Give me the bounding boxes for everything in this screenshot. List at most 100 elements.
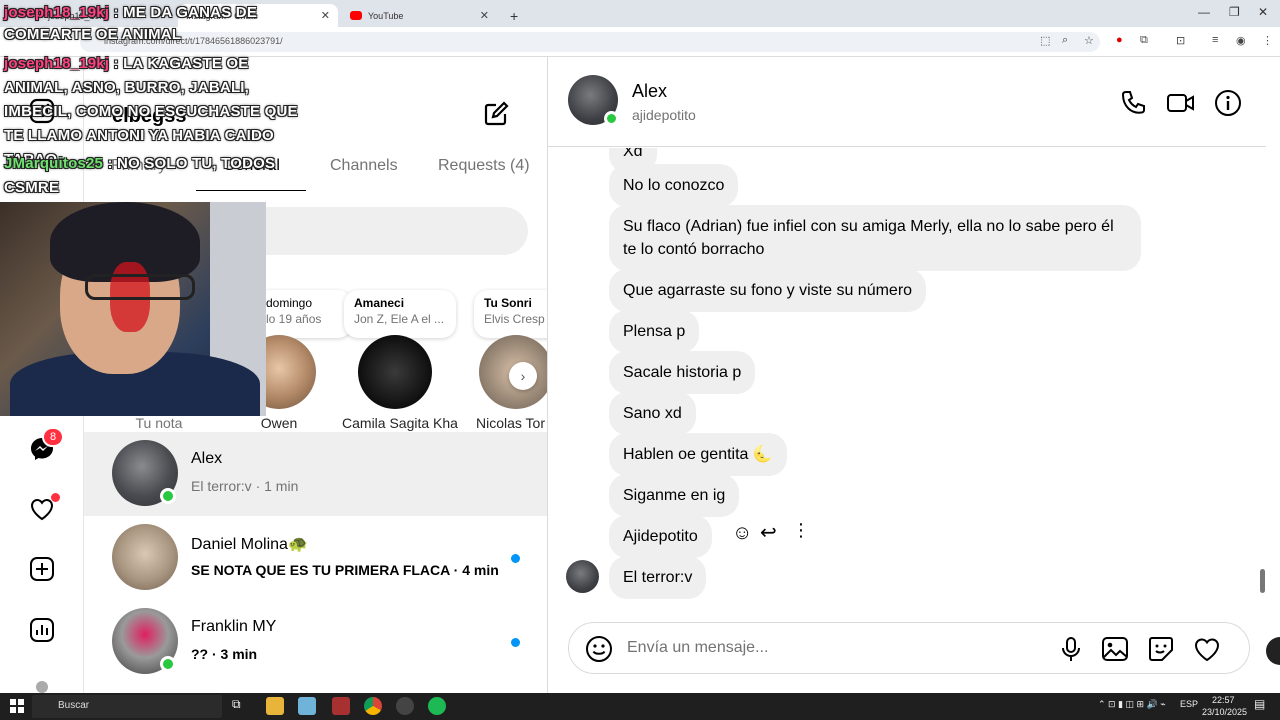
message-bubble[interactable]: Su flaco (Adrian) fue infiel con su amig…: [609, 205, 1141, 271]
online-indicator: [160, 488, 176, 504]
message-list: Xd No lo conozco Su flaco (Adrian) fue i…: [548, 148, 1266, 608]
note-title: domingo: [266, 296, 313, 310]
note-bubble[interactable]: Tu Sonri Elvis Cresp: [474, 290, 547, 338]
tab-search-icon[interactable]: ≡: [1212, 34, 1218, 46]
taskbar-search-label: Buscar: [58, 700, 90, 711]
emoji-picker-icon[interactable]: [585, 635, 613, 663]
create-icon[interactable]: [26, 553, 58, 585]
microphone-icon[interactable]: [1057, 635, 1085, 663]
note-title: Amaneci: [354, 296, 405, 310]
notifications-icon[interactable]: ▤: [1254, 697, 1265, 711]
stories-next-button[interactable]: ›: [509, 362, 537, 390]
sticker-icon[interactable]: [1147, 635, 1175, 663]
clock-time[interactable]: 22:57: [1212, 695, 1235, 705]
minimize-icon[interactable]: —: [1198, 5, 1210, 19]
message-bubble[interactable]: No lo conozco: [609, 164, 739, 207]
note-bubble[interactable]: domingo lo 19 años: [256, 290, 352, 338]
new-tab-button[interactable]: +: [502, 4, 522, 27]
message-bubble[interactable]: Que agarraste su fono y viste su número: [609, 269, 927, 312]
like-heart-icon[interactable]: [1193, 635, 1221, 663]
messenger-badge: 8: [42, 427, 64, 447]
conversation-name: Daniel Molina🐢: [191, 536, 308, 553]
more-options-icon[interactable]: ⋮: [792, 520, 810, 541]
image-upload-icon[interactable]: [1101, 635, 1129, 663]
video-call-icon[interactable]: [1166, 89, 1194, 117]
tab-requests[interactable]: Requests (4): [438, 157, 530, 175]
task-view-icon[interactable]: ⧉: [232, 697, 250, 715]
chat-username: joseph18_19kj: [4, 55, 110, 72]
message-bubble[interactable]: Ajidepotito: [609, 515, 712, 558]
chat-header: Alex ajidepotito: [548, 57, 1266, 147]
stream-chat-message: JMarquitos25 : NO SOLO TU, TODOS CSMRE: [4, 152, 284, 200]
install-icon[interactable]: ⬚: [1040, 34, 1050, 47]
windows-start-icon[interactable]: [10, 699, 24, 713]
message-bubble[interactable]: Sacale historia p: [609, 351, 756, 394]
story-name: Owen: [260, 415, 298, 431]
chrome-icon[interactable]: [364, 697, 382, 715]
info-icon[interactable]: [1214, 89, 1242, 117]
spotify-icon[interactable]: [428, 697, 446, 715]
notepad-icon[interactable]: [298, 697, 316, 715]
extensions-icon[interactable]: ⧉: [1140, 34, 1148, 47]
story-name: Camila Sagita Kha: [342, 415, 458, 431]
windows-taskbar: Buscar ⧉ ⌃ ⊡ ▮ ◫ ⊞ 🔊 ⌁ ESP 22:57 23/10/2…: [0, 693, 1280, 720]
message-bubble[interactable]: El terror:v: [609, 556, 707, 599]
react-emoji-icon[interactable]: ☺: [732, 522, 752, 545]
taskbar-search[interactable]: Buscar: [32, 695, 222, 718]
devtools-icon[interactable]: ⊡: [1176, 34, 1185, 47]
close-tab-icon[interactable]: ✕: [480, 9, 489, 22]
chat-contact-username: ajidepotito: [632, 107, 696, 123]
close-window-icon[interactable]: ✕: [1258, 5, 1268, 19]
tray-icons[interactable]: ⌃ ⊡ ▮ ◫ ⊞ 🔊 ⌁: [1098, 699, 1166, 710]
note-title: Tu Sonri: [484, 296, 532, 310]
clock-date[interactable]: 23/10/2025: [1202, 707, 1247, 717]
conversation-name: Franklin MY: [191, 618, 277, 635]
tab-channels[interactable]: Channels: [330, 157, 398, 175]
chat-panel: Alex ajidepotito Xd No lo conozco Su fla…: [548, 57, 1280, 693]
reply-icon[interactable]: ↩: [760, 520, 777, 545]
new-message-icon[interactable]: [481, 99, 511, 134]
avatar: [112, 524, 178, 590]
profile-avatar-icon[interactable]: ◉: [1236, 34, 1246, 47]
message-bubble[interactable]: Plensa p: [609, 310, 700, 353]
message-bubble[interactable]: Hablen oe gentita 🌜: [609, 433, 787, 476]
message-composer: [568, 622, 1250, 674]
menu-dots-icon[interactable]: ⋮: [1262, 34, 1273, 47]
note-sub: Elvis Cresp: [484, 312, 545, 326]
app-icon[interactable]: [332, 697, 350, 715]
note-sub: lo 19 años: [266, 312, 322, 326]
phone-call-icon[interactable]: [1120, 89, 1148, 117]
chat-contact-name[interactable]: Alex: [632, 81, 667, 102]
obs-icon[interactable]: [396, 697, 414, 715]
close-tab-icon[interactable]: ✕: [321, 9, 330, 22]
zoom-icon[interactable]: ⌕: [1062, 34, 1068, 47]
unread-dot: [511, 638, 520, 647]
dashboard-icon[interactable]: [26, 614, 58, 646]
restore-icon[interactable]: ❐: [1229, 5, 1240, 19]
scrollbar-thumb[interactable]: [1260, 569, 1265, 593]
bookmark-star-icon[interactable]: ☆: [1084, 34, 1094, 47]
language-indicator[interactable]: ESP: [1180, 699, 1198, 709]
note-bubble[interactable]: Amaneci Jon Z, Ele A el ...: [344, 290, 456, 338]
file-explorer-icon[interactable]: [266, 697, 284, 715]
chat-username: joseph18_19kj: [4, 4, 110, 21]
conversation-name: Alex: [191, 450, 223, 467]
conversation-row-daniel[interactable]: Daniel Molina🐢 SE NOTA QUE ES TU PRIMERA…: [84, 516, 547, 600]
tab-label: YouTube: [368, 10, 404, 21]
conversation-row-alex[interactable]: Alex El terror:v · 1 min: [84, 432, 547, 516]
online-indicator: [604, 111, 619, 126]
message-bubble[interactable]: Siganme en ig: [609, 474, 740, 517]
story-avatar-camila[interactable]: [358, 335, 432, 409]
stream-chat-overlay: joseph18_19kj : ME DA GANAS DE COMEARTE …: [0, 0, 310, 200]
message-input[interactable]: [627, 637, 1027, 659]
conversation-row-franklin[interactable]: Franklin MY ?? · 3 min: [84, 600, 547, 684]
message-bubble[interactable]: Sano xd: [609, 392, 696, 435]
note-sub: Jon Z, Ele A el ...: [354, 312, 445, 326]
more-icon[interactable]: [36, 681, 48, 693]
browser-tab-youtube[interactable]: YouTube ✕: [342, 4, 497, 27]
conversation-preview: SE NOTA QUE ES TU PRIMERA FLACA · 4 min: [191, 562, 499, 578]
unread-dot: [511, 554, 520, 563]
story-name: Tu nota: [135, 415, 183, 431]
side-panel-toggle[interactable]: [1266, 637, 1280, 665]
opera-icon[interactable]: ●: [1116, 34, 1123, 46]
